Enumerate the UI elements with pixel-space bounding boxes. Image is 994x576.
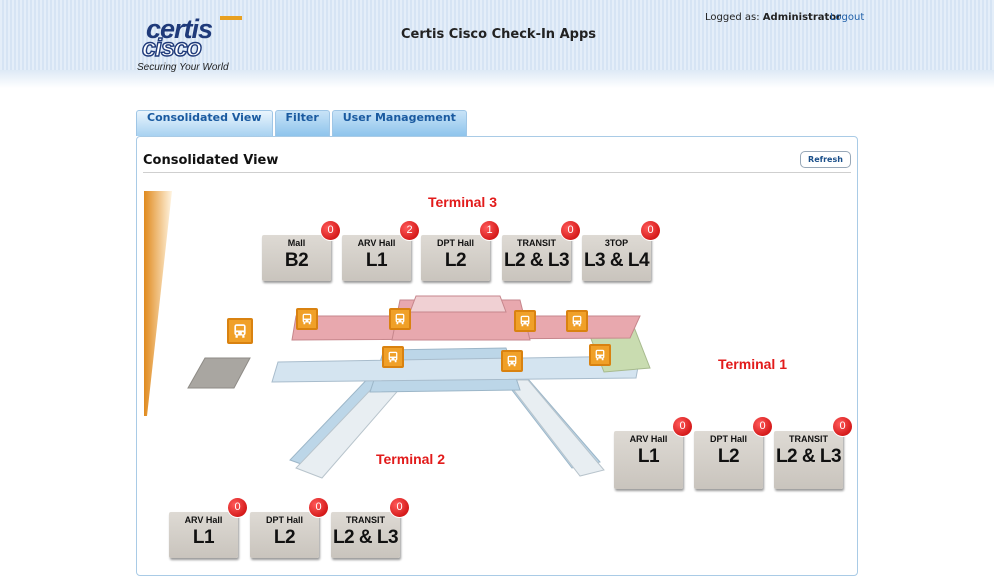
bus-icon[interactable] <box>514 310 536 332</box>
count-badge: 0 <box>321 221 340 240</box>
count-badge: 0 <box>641 221 660 240</box>
bus-icon[interactable] <box>389 308 411 330</box>
count-badge: 1 <box>480 221 499 240</box>
bus-icon[interactable] <box>501 350 523 372</box>
count-badge: 0 <box>309 498 328 517</box>
terminal3-roof <box>409 295 507 313</box>
t3-card-3top[interactable]: 3TOP L3 & L4 <box>582 235 651 281</box>
link-walkway <box>271 355 641 383</box>
count-badge: 0 <box>390 498 409 517</box>
card-level: L1 <box>637 446 660 467</box>
card-level: L1 <box>365 250 388 271</box>
count-badge: 0 <box>833 417 852 436</box>
card-label: Mall <box>287 238 306 248</box>
t1-card-arv-hall[interactable]: ARV Hall L1 <box>614 431 683 489</box>
t1-card-transit[interactable]: TRANSIT L2 & L3 <box>774 431 843 489</box>
card-label: DPT Hall <box>436 238 474 248</box>
card-label: TRANSIT <box>517 238 556 248</box>
count-badge: 0 <box>561 221 580 240</box>
card-level: L3 & L4 <box>583 250 650 271</box>
card-level: L2 & L3 <box>332 527 399 548</box>
t2-card-dpt-hall[interactable]: DPT Hall L2 <box>250 512 319 558</box>
bus-icon[interactable] <box>382 346 404 368</box>
t1-card-dpt-hall[interactable]: DPT Hall L2 <box>694 431 763 489</box>
terminal2-pier-right-shadow <box>504 379 605 477</box>
card-level: L2 <box>444 250 467 271</box>
t3-card-dpt-hall[interactable]: DPT Hall L2 <box>421 235 490 281</box>
bus-icon[interactable] <box>589 344 611 366</box>
card-label: ARV Hall <box>629 434 668 444</box>
card-level: L2 & L3 <box>503 250 570 271</box>
bus-icon[interactable] <box>566 310 588 332</box>
airport-map-graphic <box>144 191 651 479</box>
terminal2-label: Terminal 2 <box>376 451 445 467</box>
count-badge: 2 <box>400 221 419 240</box>
t3-card-mall[interactable]: Mall B2 <box>262 235 331 281</box>
card-label: 3TOP <box>604 238 629 248</box>
terminal1-label: Terminal 1 <box>718 356 787 372</box>
t2-card-transit[interactable]: TRANSIT L2 & L3 <box>331 512 400 558</box>
t3-card-transit[interactable]: TRANSIT L2 & L3 <box>502 235 571 281</box>
count-badge: 0 <box>753 417 772 436</box>
terminal3-label: Terminal 3 <box>428 194 497 210</box>
card-label: ARV Hall <box>357 238 396 248</box>
card-level: L2 & L3 <box>775 446 842 467</box>
card-label: ARV Hall <box>184 515 223 525</box>
parking-block <box>187 357 251 389</box>
card-label: DPT Hall <box>709 434 747 444</box>
bus-icon[interactable] <box>296 308 318 330</box>
t3-card-arv-hall[interactable]: ARV Hall L1 <box>342 235 411 281</box>
card-level: B2 <box>284 250 309 271</box>
t2-card-arv-hall[interactable]: ARV Hall L1 <box>169 512 238 558</box>
card-level: L1 <box>192 527 215 548</box>
card-label: DPT Hall <box>265 515 303 525</box>
count-badge: 0 <box>673 417 692 436</box>
card-level: L2 <box>273 527 296 548</box>
card-level: L2 <box>717 446 740 467</box>
orange-accent-wedge <box>144 191 172 416</box>
card-label: TRANSIT <box>346 515 385 525</box>
bus-icon[interactable] <box>227 318 253 344</box>
count-badge: 0 <box>228 498 247 517</box>
card-label: TRANSIT <box>789 434 828 444</box>
